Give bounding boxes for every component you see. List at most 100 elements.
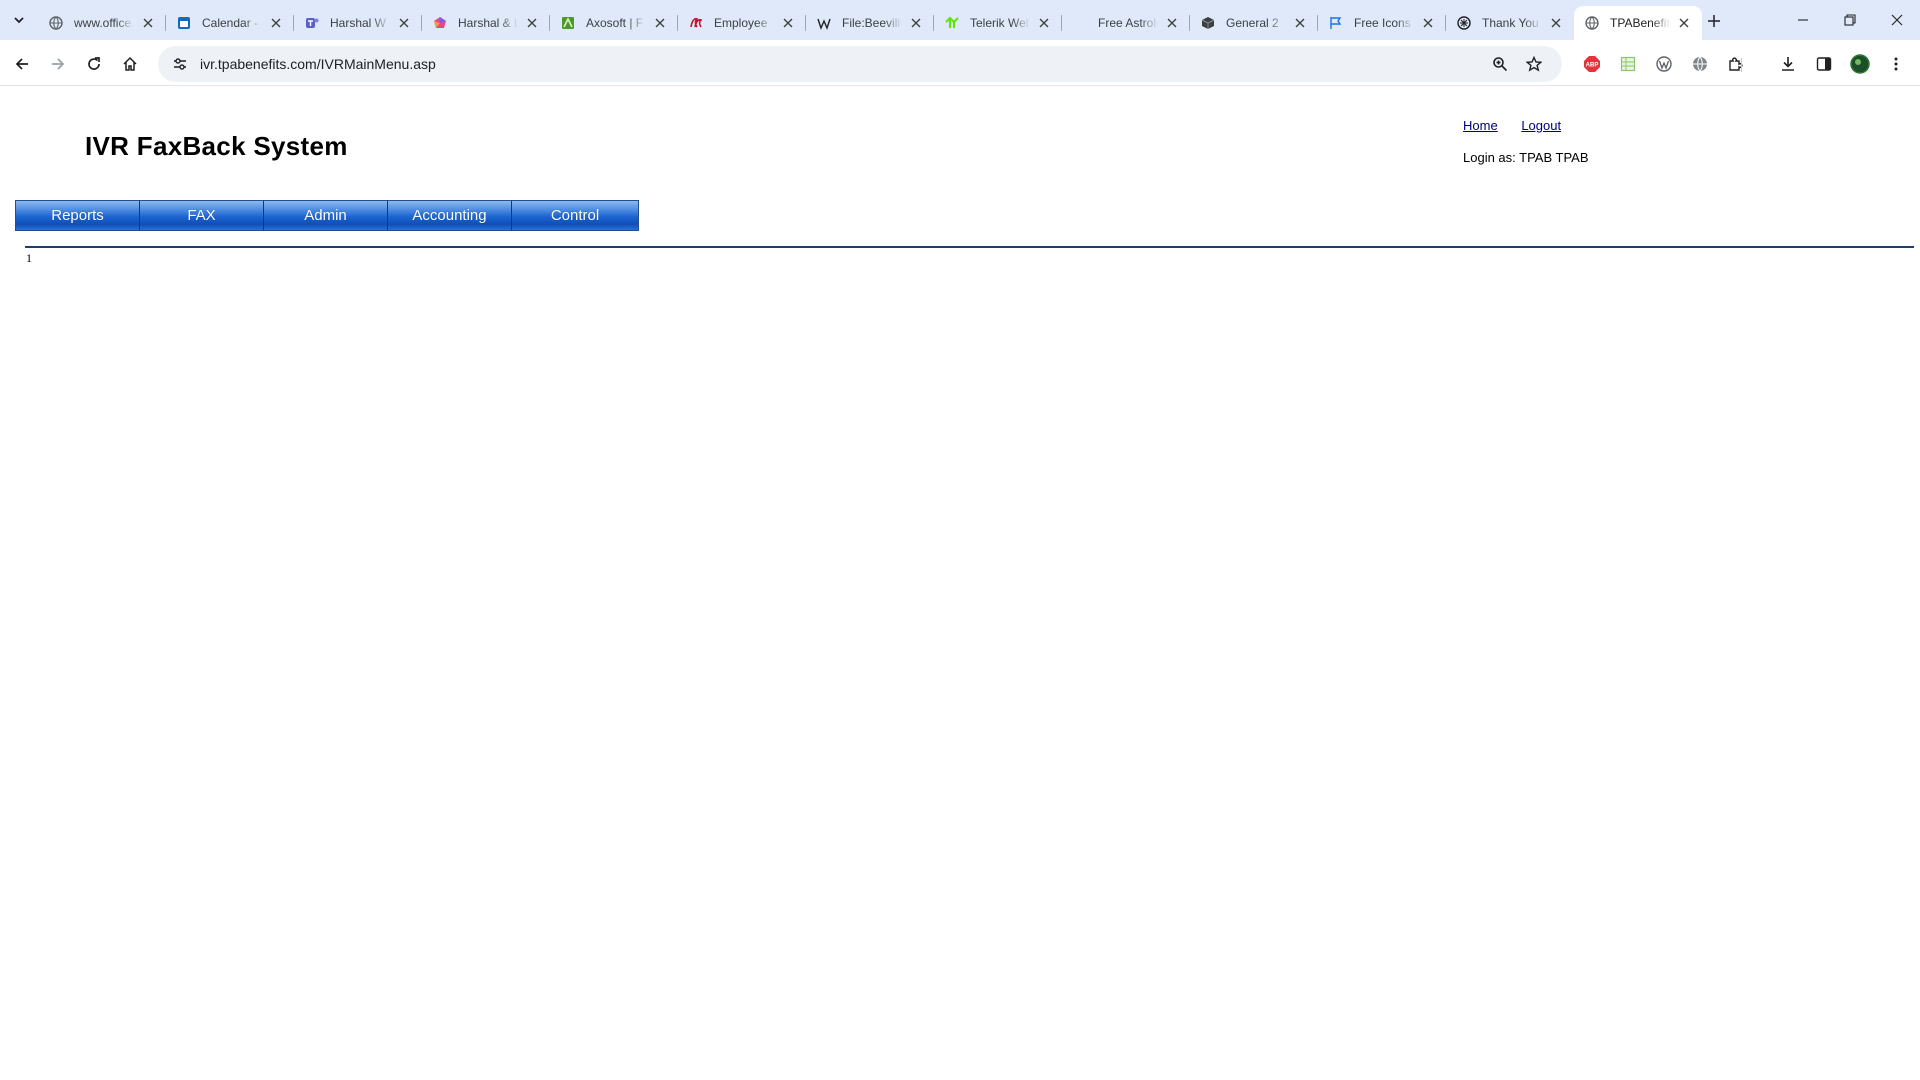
page-title: IVR FaxBack System [85, 131, 348, 161]
tab-loop[interactable]: Harshal & Loop [422, 6, 550, 40]
address-bar[interactable]: ivr.tpabenefits.com/IVRMainMenu.asp [158, 46, 1562, 82]
adblock-extension-button[interactable]: ABP [1578, 50, 1606, 78]
logout-link[interactable]: Logout [1521, 118, 1561, 133]
close-icon [1891, 14, 1903, 26]
menu-item-control[interactable]: Control [512, 201, 638, 230]
chevron-down-icon [14, 17, 24, 24]
tab-list: www.office.com Calendar - Outlook Harsha… [38, 6, 1702, 40]
star-icon [1526, 56, 1542, 72]
tab-title: www.office.com [74, 16, 134, 30]
home-button[interactable] [116, 50, 144, 78]
restore-icon [1844, 14, 1856, 26]
astro-icon [1072, 15, 1088, 31]
tab-title: File:Beeville [842, 16, 902, 30]
zoom-button[interactable] [1486, 50, 1514, 78]
menu-item-accounting[interactable]: Accounting [388, 201, 512, 230]
close-icon[interactable] [524, 15, 540, 31]
teams-icon [304, 15, 320, 31]
zoom-icon [1493, 57, 1508, 72]
tab-teams[interactable]: Harshal W - Teams [294, 6, 422, 40]
reload-icon [88, 57, 100, 70]
tab-search-button[interactable] [6, 8, 32, 32]
svg-text:ABP: ABP [1586, 63, 1599, 69]
tab-axosoft[interactable]: Axosoft | F [550, 6, 678, 40]
arrow-right-icon [52, 58, 65, 70]
tab-tpabenefits[interactable]: TPABenefits [1574, 6, 1702, 40]
main-menu: Reports FAX Admin Accounting Control [15, 200, 639, 231]
menu-button[interactable] [1882, 50, 1910, 78]
arrow-left-icon [15, 58, 28, 70]
calendar-icon [176, 15, 192, 31]
adblock-icon: ABP [1584, 56, 1600, 72]
wikipedia-icon [816, 15, 832, 31]
close-icon[interactable] [908, 15, 924, 31]
tab-employee[interactable]: Employee [678, 6, 806, 40]
header-divider [25, 246, 1914, 248]
close-icon[interactable] [1548, 15, 1564, 31]
extensions-button[interactable] [1722, 50, 1750, 78]
content-text: 1 [26, 251, 32, 265]
tab-general[interactable]: General 2 [1190, 6, 1318, 40]
downloads-button[interactable] [1774, 50, 1802, 78]
tab-free-icons[interactable]: Free Icons [1318, 6, 1446, 40]
close-icon[interactable] [268, 15, 284, 31]
forward-button[interactable] [44, 50, 72, 78]
close-icon[interactable] [1676, 15, 1692, 31]
url-text[interactable]: ivr.tpabenefits.com/IVRMainMenu.asp [200, 46, 436, 82]
tab-office[interactable]: www.office.com [38, 6, 166, 40]
tab-title: Harshal W - Teams [330, 16, 390, 30]
site-info-button[interactable] [166, 50, 194, 78]
tab-telerik[interactable]: Telerik Web [934, 6, 1062, 40]
close-icon[interactable] [1164, 15, 1180, 31]
side-panel-button[interactable] [1810, 50, 1838, 78]
more-vertical-icon [1894, 57, 1898, 71]
telerik-icon [944, 15, 960, 31]
loop-icon [432, 15, 448, 31]
close-icon[interactable] [780, 15, 796, 31]
globe-icon [1584, 15, 1600, 31]
tab-title: Free Icons [1354, 16, 1411, 30]
tab-title: Calendar - Outlook [202, 16, 262, 30]
tab-wikipedia[interactable]: File:Beeville [806, 6, 934, 40]
side-panel-icon [1816, 57, 1832, 71]
reload-button[interactable] [80, 50, 108, 78]
restore-button[interactable] [1827, 0, 1873, 40]
bookmark-button[interactable] [1520, 50, 1548, 78]
tab-astrology[interactable]: Free Astrology [1062, 6, 1190, 40]
menu-item-fax[interactable]: FAX [140, 201, 264, 230]
tab-title: TPABenefits [1610, 16, 1670, 30]
tab-title: General 2 [1226, 16, 1279, 30]
tab-title: Employee [714, 16, 768, 30]
browser-toolbar: ivr.tpabenefits.com/IVRMainMenu.asp ABP [0, 40, 1920, 86]
menu-item-admin[interactable]: Admin [264, 201, 388, 230]
wordpress-extension-button[interactable] [1650, 50, 1678, 78]
header-links: Home Logout [1463, 118, 1581, 133]
tab-title: Free Astrology [1098, 16, 1158, 30]
profile-button[interactable] [1846, 50, 1874, 78]
avatar [1850, 54, 1870, 74]
close-icon[interactable] [140, 15, 156, 31]
close-window-button[interactable] [1874, 0, 1920, 40]
tab-thank-you[interactable]: Thank You [1446, 6, 1574, 40]
close-icon[interactable] [1292, 15, 1308, 31]
close-icon[interactable] [396, 15, 412, 31]
home-link[interactable]: Home [1463, 118, 1498, 133]
home-icon [123, 56, 137, 71]
close-icon[interactable] [1036, 15, 1052, 31]
minimize-button[interactable] [1780, 0, 1826, 40]
new-tab-button[interactable] [1702, 9, 1726, 33]
menu-item-reports[interactable]: Reports [16, 201, 140, 230]
back-button[interactable] [8, 50, 36, 78]
close-icon[interactable] [652, 15, 668, 31]
vpn-extension-button[interactable] [1686, 50, 1714, 78]
tab-calendar[interactable]: Calendar - Outlook [166, 6, 294, 40]
cube-icon [1200, 15, 1216, 31]
close-icon[interactable] [1420, 15, 1436, 31]
wordpress-icon [1656, 56, 1672, 72]
tab-strip: www.office.com Calendar - Outlook Harsha… [0, 0, 1920, 40]
minimize-icon [1798, 19, 1808, 21]
login-info: Login as: TPAB TPAB [1463, 150, 1589, 165]
spreadsheet-icon [1620, 56, 1636, 72]
page-content: IVR FaxBack System Home Logout Login as:… [0, 87, 1920, 1080]
sheet-extension-button[interactable] [1614, 50, 1642, 78]
